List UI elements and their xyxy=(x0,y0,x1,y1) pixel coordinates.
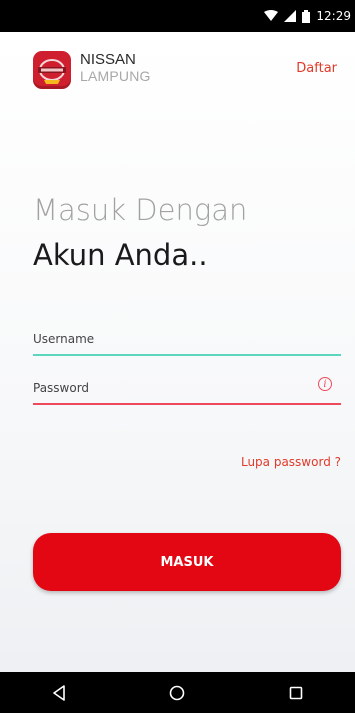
password-field-container: i xyxy=(33,365,341,405)
username-field-container xyxy=(33,316,341,356)
login-screen: NISSAN LAMPUNG Daftar Masuk Dengan Akun … xyxy=(0,32,355,672)
username-underline xyxy=(33,354,341,356)
system-nav-bar xyxy=(0,672,355,713)
status-bar: 12:29 xyxy=(0,0,355,32)
login-button[interactable]: MASUK xyxy=(33,533,341,591)
info-icon[interactable]: i xyxy=(318,377,332,391)
back-triangle-icon[interactable] xyxy=(39,673,79,713)
brand-name: NISSAN xyxy=(80,51,136,68)
recents-square-icon[interactable] xyxy=(276,673,316,713)
signal-icon xyxy=(284,10,297,22)
brand-subtitle: LAMPUNG xyxy=(80,68,151,84)
page-title-line2: Akun Anda.. xyxy=(33,238,208,272)
username-input[interactable] xyxy=(33,316,341,354)
forgot-password-link[interactable]: Lupa password ? xyxy=(241,455,341,469)
password-underline xyxy=(33,403,341,405)
status-time: 12:29 xyxy=(316,9,351,23)
page-title-line1: Masuk Dengan xyxy=(33,193,248,227)
nissan-logo-icon xyxy=(33,51,71,89)
home-circle-icon[interactable] xyxy=(157,673,197,713)
wifi-icon xyxy=(264,10,279,22)
battery-icon xyxy=(302,9,311,23)
register-link[interactable]: Daftar xyxy=(296,61,337,76)
password-input[interactable] xyxy=(33,365,341,403)
